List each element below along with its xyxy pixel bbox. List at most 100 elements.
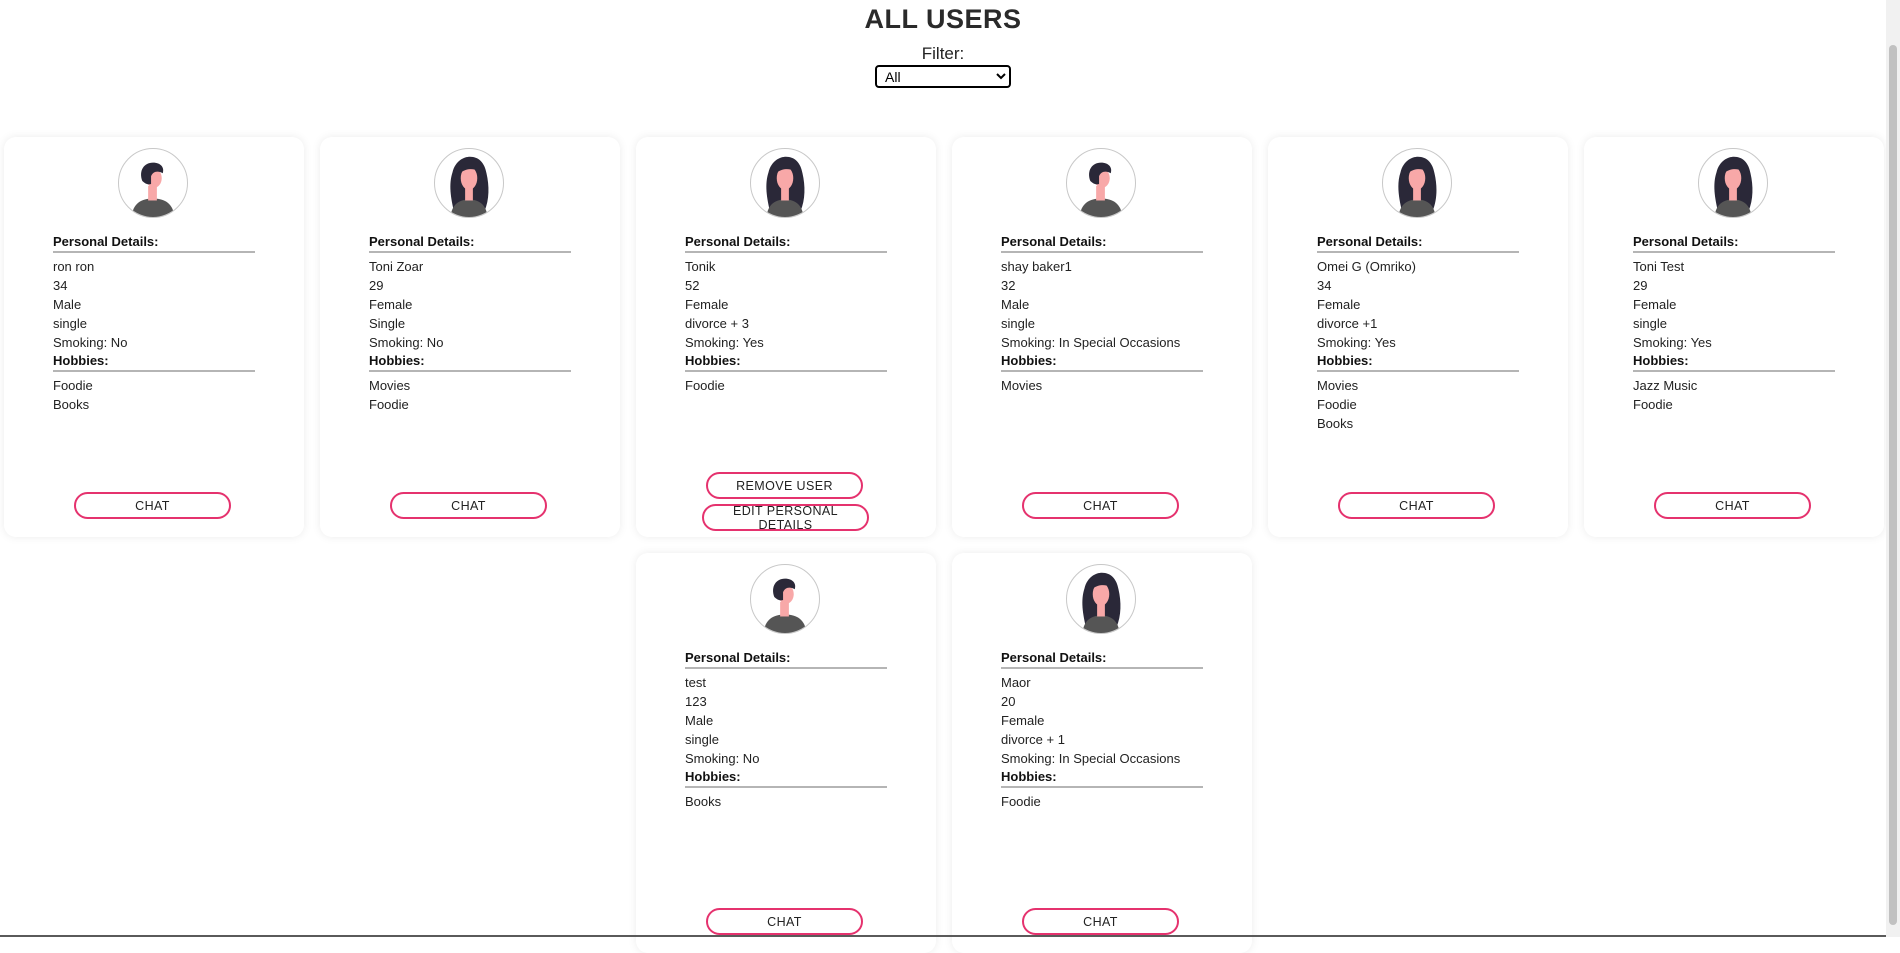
user-name: shay baker1 [1001, 259, 1072, 274]
user-name: ron ron [53, 259, 95, 274]
avatar [750, 564, 820, 634]
user-smoking: Smoking: No [369, 335, 444, 350]
user-smoking: Smoking: Yes [1633, 335, 1712, 350]
edit-personal-details-button[interactable]: EDIT PERSONAL DETAILS [702, 504, 869, 532]
hobby-item: Foodie [369, 397, 409, 412]
user-name: Toni Test [1633, 259, 1685, 274]
hobby-item: Movies [369, 378, 411, 393]
user-card: Personal Details: Toni Test 29 Female si… [1584, 137, 1884, 537]
hobbies-heading: Hobbies: [53, 353, 255, 372]
user-status: single [685, 732, 719, 747]
user-smoking: Smoking: Yes [1317, 335, 1396, 350]
hobby-item: Books [53, 397, 90, 412]
hobby-list: Movies Foodie [369, 376, 571, 414]
avatar [1698, 148, 1768, 218]
hobbies-heading: Hobbies: [1317, 353, 1519, 372]
user-name: test [685, 675, 706, 690]
user-status: single [53, 316, 87, 331]
chat-button[interactable]: CHAT [706, 908, 863, 935]
hobby-list: Foodie [685, 376, 887, 395]
user-card: Personal Details: Maor 20 Female divorce… [952, 553, 1252, 953]
chat-button[interactable]: CHAT [1654, 492, 1811, 519]
user-card: Personal Details: Toni Zoar 29 Female Si… [320, 137, 620, 537]
user-gender: Female [1317, 297, 1361, 312]
user-status: single [1633, 316, 1667, 331]
user-card: Personal Details: shay baker1 32 Male si… [952, 137, 1252, 537]
user-age: 29 [1633, 278, 1648, 293]
user-card: Personal Details: Omei G (Omriko) 34 Fem… [1268, 137, 1568, 537]
filter-label: Filter: [921, 44, 965, 63]
vertical-scrollbar[interactable] [1886, 0, 1900, 937]
user-card: Personal Details: test 123 Male single S… [636, 553, 936, 953]
chat-button[interactable]: CHAT [1022, 908, 1179, 935]
hobby-item: Books [685, 794, 722, 809]
user-age: 32 [1001, 278, 1016, 293]
hobby-item: Foodie [685, 378, 725, 393]
hobbies-heading: Hobbies: [1001, 353, 1203, 372]
female-avatar-icon [1714, 156, 1753, 217]
personal-details-heading: Personal Details: [685, 234, 887, 253]
filter-select[interactable]: All [875, 65, 1011, 88]
user-info: Personal Details: Omei G (Omriko) 34 Fem… [1317, 234, 1519, 433]
personal-details-heading: Personal Details: [1633, 234, 1835, 253]
user-smoking: Smoking: No [685, 751, 760, 766]
user-gender: Female [1001, 713, 1045, 728]
user-info: Personal Details: shay baker1 32 Male si… [1001, 234, 1203, 395]
scrollbar-thumb[interactable] [1889, 45, 1897, 925]
personal-details-heading: Personal Details: [53, 234, 255, 253]
hobbies-heading: Hobbies: [369, 353, 571, 372]
user-gender: Female [685, 297, 729, 312]
personal-details-heading: Personal Details: [1001, 650, 1203, 669]
avatar [1066, 148, 1136, 218]
hobby-item: Jazz Music [1633, 378, 1698, 393]
personal-details-heading: Personal Details: [369, 234, 571, 253]
hobby-list: Jazz Music Foodie [1633, 376, 1835, 414]
user-smoking: Smoking: In Special Occasions [1001, 751, 1181, 766]
hobby-item: Foodie [1001, 794, 1041, 809]
chat-button[interactable]: CHAT [1338, 492, 1495, 519]
user-info: Personal Details: Maor 20 Female divorce… [1001, 650, 1203, 811]
user-age: 123 [685, 694, 707, 709]
page-title: ALL USERS [864, 4, 1022, 34]
hobby-list: Foodie Books [53, 376, 255, 414]
user-name: Maor [1001, 675, 1031, 690]
chat-button[interactable]: CHAT [390, 492, 547, 519]
user-info: Personal Details: test 123 Male single S… [685, 650, 887, 811]
hobbies-heading: Hobbies: [1633, 353, 1835, 372]
female-avatar-icon [1082, 572, 1121, 633]
hobbies-heading: Hobbies: [685, 769, 887, 788]
user-info: Personal Details: Toni Zoar 29 Female Si… [369, 234, 571, 414]
female-avatar-icon [450, 156, 489, 217]
user-smoking: Smoking: No [53, 335, 128, 350]
personal-details-heading: Personal Details: [685, 650, 887, 669]
user-card: Personal Details: Tonik 52 Female divorc… [636, 137, 936, 537]
user-age: 34 [1317, 278, 1332, 293]
user-age: 29 [369, 278, 384, 293]
personal-details-heading: Personal Details: [1001, 234, 1203, 253]
user-smoking: Smoking: Yes [685, 335, 764, 350]
hobbies-heading: Hobbies: [685, 353, 887, 372]
user-gender: Female [1633, 297, 1677, 312]
chat-button[interactable]: CHAT [74, 492, 231, 519]
remove-user-button[interactable]: REMOVE USER [706, 472, 863, 499]
user-gender: Male [685, 713, 714, 728]
user-age: 20 [1001, 694, 1016, 709]
user-info: Personal Details: ron ron 34 Male single… [53, 234, 255, 414]
hobby-list: Movies Foodie Books [1317, 376, 1519, 433]
user-name: Toni Zoar [369, 259, 424, 274]
avatar [1382, 148, 1452, 218]
user-gender: Female [369, 297, 413, 312]
male-avatar-icon [763, 578, 807, 633]
user-status: single [1001, 316, 1035, 331]
avatar [750, 148, 820, 218]
male-avatar-icon [1079, 162, 1123, 217]
female-avatar-icon [1398, 156, 1437, 217]
user-smoking: Smoking: In Special Occasions [1001, 335, 1181, 350]
hobby-list: Movies [1001, 376, 1203, 395]
user-age: 52 [685, 278, 700, 293]
hobby-item: Foodie [53, 378, 93, 393]
hobby-item: Movies [1001, 378, 1043, 393]
male-avatar-icon [131, 162, 175, 217]
avatar [118, 148, 188, 218]
chat-button[interactable]: CHAT [1022, 492, 1179, 519]
